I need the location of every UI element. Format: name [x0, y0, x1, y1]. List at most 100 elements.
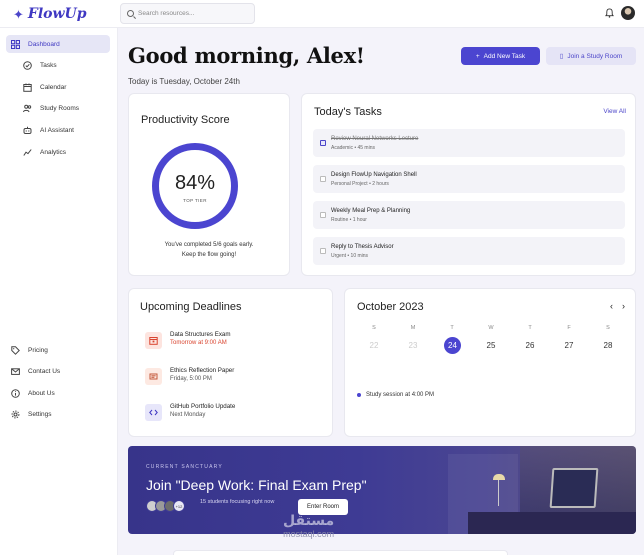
- sidebar-item-label: Pricing: [28, 346, 48, 354]
- deadline-item[interactable]: Ethics Reflection Paper Friday, 5:00 PM: [145, 366, 325, 388]
- join-room-label: Join a Study Room: [567, 52, 623, 60]
- task-title: Design FlowUp Navigation Shell: [331, 172, 417, 178]
- tag-icon: [11, 345, 20, 355]
- calendar-day[interactable]: 22: [364, 337, 384, 354]
- task-item[interactable]: Review Neural Networks Lecture Academic …: [313, 129, 625, 157]
- check-circle-icon: [23, 60, 32, 70]
- deadlines-title: Upcoming Deadlines: [140, 301, 242, 313]
- calendar-day[interactable]: 25: [481, 337, 501, 354]
- weekday-label: T: [528, 325, 532, 331]
- document-icon: [145, 368, 162, 385]
- sidebar-item-label: Contact Us: [28, 367, 61, 375]
- deadline-time: Tomorrow at 9:00 AM: [170, 340, 227, 346]
- sidebar: Dashboard Tasks Calendar Study Rooms AI …: [0, 28, 118, 555]
- robot-icon: [23, 126, 32, 135]
- chart-line-icon: [23, 148, 32, 157]
- task-checkbox[interactable]: [320, 176, 326, 182]
- calendar-day[interactable]: 27: [559, 337, 579, 354]
- deadline-item[interactable]: Data Structures Exam Tomorrow at 9:00 AM: [145, 330, 325, 352]
- grid-icon: [11, 39, 20, 49]
- deadlines-card: Upcoming Deadlines Data Structures Exam …: [128, 288, 333, 437]
- calendar-event-label: Study session at 4:00 PM: [366, 392, 435, 398]
- search-placeholder: Search resources...: [138, 10, 195, 17]
- productivity-ring: 84% TOP TIER: [152, 143, 238, 229]
- laptop-illustration: [549, 468, 599, 508]
- mail-icon: [11, 367, 20, 376]
- deadline-item[interactable]: GitHub Portfolio Update Next Monday: [145, 402, 325, 424]
- task-item[interactable]: Weekly Meal Prep & Planning Routine • 1 …: [313, 201, 625, 229]
- task-checkbox[interactable]: [320, 248, 326, 254]
- chevron-right-icon[interactable]: ›: [622, 301, 625, 311]
- sidebar-item-contact[interactable]: Contact Us: [6, 362, 110, 380]
- task-title: Reply to Thesis Advisor: [331, 244, 394, 250]
- deadline-name: GitHub Portfolio Update: [170, 403, 236, 410]
- today-date: Today is Tuesday, October 24th: [128, 77, 240, 86]
- deadline-name: Ethics Reflection Paper: [170, 367, 235, 374]
- calendar-icon: [145, 332, 162, 349]
- sparkle-icon: ✦: [13, 6, 24, 22]
- sidebar-item-label: Dashboard: [28, 40, 60, 48]
- sidebar-item-study-rooms[interactable]: Study Rooms: [6, 99, 110, 117]
- productivity-card: Productivity Score 84% TOP TIER You've c…: [128, 93, 290, 276]
- task-meta: Routine • 1 hour: [331, 217, 367, 223]
- greeting-heading: Good morning, Alex!: [128, 43, 365, 68]
- code-icon: [145, 404, 162, 421]
- watermark-arabic: مستقل: [283, 513, 335, 529]
- sidebar-item-label: Calendar: [40, 83, 67, 91]
- productivity-value: 84%: [174, 172, 216, 194]
- calendar-card: October 2023 ‹ › S M T W T F S 22 23 24 …: [344, 288, 636, 437]
- sidebar-item-label: Study Rooms: [40, 104, 80, 112]
- view-all-link[interactable]: View All: [603, 108, 626, 115]
- calendar-month: October 2023: [357, 301, 424, 313]
- sidebar-item-analytics[interactable]: Analytics: [6, 143, 110, 161]
- weekday-label: W: [488, 325, 494, 331]
- task-checkbox[interactable]: [320, 140, 326, 146]
- calendar-day-today[interactable]: 24: [444, 337, 461, 354]
- sidebar-item-label: AI Assistant: [40, 126, 74, 134]
- chevron-left-icon[interactable]: ‹: [610, 301, 613, 311]
- task-title: Review Neural Networks Lecture: [331, 136, 419, 142]
- task-item[interactable]: Design FlowUp Navigation Shell Personal …: [313, 165, 625, 193]
- sidebar-item-dashboard[interactable]: Dashboard: [6, 35, 110, 53]
- bell-icon[interactable]: [605, 8, 614, 18]
- lamp-illustration: [493, 474, 508, 506]
- sidebar-item-about[interactable]: About Us: [6, 384, 110, 402]
- calendar-day[interactable]: 26: [520, 337, 540, 354]
- weekday-label: S: [606, 325, 610, 331]
- app-logo[interactable]: ✦ FlowUp: [13, 6, 87, 22]
- banner-kicker: CURRENT SANCTUARY: [146, 464, 223, 470]
- calendar-day[interactable]: 23: [403, 337, 423, 354]
- sidebar-item-pricing[interactable]: Pricing: [6, 341, 110, 359]
- productivity-title: Productivity Score: [141, 114, 230, 126]
- study-room-banner: CURRENT SANCTUARY Join "Deep Work: Final…: [128, 446, 636, 534]
- weekday-label: F: [567, 325, 571, 331]
- user-avatar[interactable]: [621, 6, 635, 20]
- calendar-event[interactable]: Study session at 4:00 PM: [357, 392, 434, 398]
- deadline-time: Next Monday: [170, 412, 206, 418]
- top-bar: ✦ FlowUp Search resources...: [0, 0, 644, 28]
- banner-subtitle: 15 students focusing right now: [200, 499, 275, 505]
- add-task-button[interactable]: + Add New Task: [461, 47, 540, 65]
- task-item[interactable]: Reply to Thesis Advisor Urgent • 10 mins: [313, 237, 625, 265]
- sidebar-item-settings[interactable]: Settings: [6, 405, 110, 423]
- sidebar-item-label: About Us: [28, 389, 55, 397]
- calendar-day[interactable]: 28: [598, 337, 618, 354]
- calendar-nav: ‹ ›: [610, 301, 625, 311]
- search-icon: [127, 10, 134, 17]
- watermark: مستقل mostaql.com: [283, 513, 334, 539]
- tasks-card: Today's Tasks View All Review Neural Net…: [301, 93, 636, 276]
- desk-illustration: [468, 512, 636, 534]
- participant-avatars: +12: [146, 500, 185, 512]
- next-section-edge: [173, 550, 508, 555]
- task-title: Weekly Meal Prep & Planning: [331, 208, 411, 214]
- calendar-icon: [23, 83, 32, 92]
- search-input[interactable]: Search resources...: [120, 3, 255, 24]
- task-meta: Academic • 45 mins: [331, 145, 375, 151]
- sidebar-item-ai-assistant[interactable]: AI Assistant: [6, 121, 110, 139]
- join-room-button[interactable]: ▯ Join a Study Room: [546, 47, 636, 65]
- sidebar-item-calendar[interactable]: Calendar: [6, 78, 110, 96]
- task-checkbox[interactable]: [320, 212, 326, 218]
- event-dot: [357, 393, 361, 397]
- sidebar-item-label: Settings: [28, 410, 52, 418]
- sidebar-item-tasks[interactable]: Tasks: [6, 56, 110, 74]
